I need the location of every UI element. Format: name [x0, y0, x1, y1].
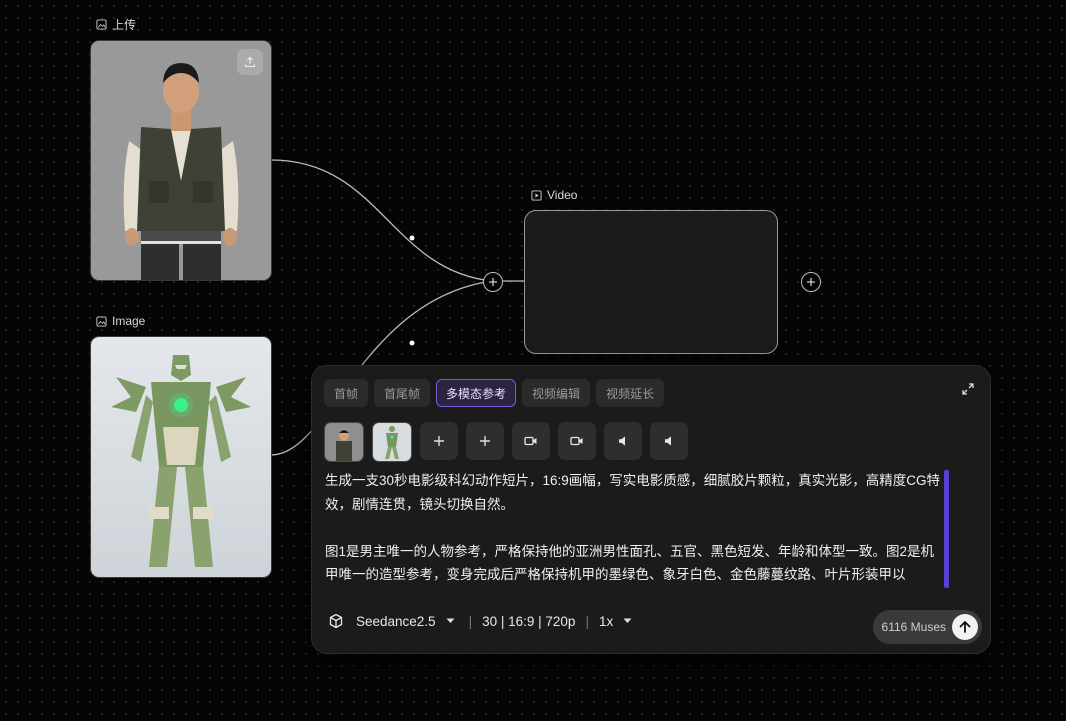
prompt-input[interactable]: 生成一支30秒电影级科幻动作短片，16:9画幅，写实电影质感，细腻胶片颗粒，真实…: [325, 469, 947, 587]
send-button[interactable]: [952, 614, 978, 640]
plus-icon: [807, 278, 815, 286]
upload-icon: [244, 56, 256, 68]
reference-bar: [324, 422, 688, 462]
video-node-title: Video: [531, 188, 577, 202]
plus-icon: [480, 436, 490, 446]
generate-button[interactable]: 6116 Muses: [872, 610, 982, 644]
add-image-reference-button[interactable]: [420, 422, 458, 460]
speaker-icon: [665, 436, 671, 446]
arrow-up-icon: [959, 621, 971, 633]
video-settings-select[interactable]: 30 | 16:9 | 720p: [482, 614, 575, 629]
plus-icon: [434, 436, 444, 446]
expand-icon[interactable]: [962, 382, 974, 400]
upload-node-title: 上传: [96, 16, 136, 33]
model-cube-icon: [329, 613, 343, 629]
reference-thumb-mech[interactable]: [372, 422, 412, 462]
chevron-down-icon[interactable]: [446, 618, 455, 624]
video-camera-icon: [570, 436, 583, 446]
add-video-reference-button[interactable]: [512, 422, 550, 460]
add-reference-button[interactable]: [466, 422, 504, 460]
prompt-scrollbar[interactable]: [944, 470, 949, 588]
add-audio-reference-button-2[interactable]: [650, 422, 688, 460]
tab-first-last-frame[interactable]: 首尾帧: [374, 379, 431, 407]
merge-node-icon[interactable]: [483, 272, 503, 292]
upload-image-node[interactable]: [90, 40, 272, 281]
model-select[interactable]: Seedance2.5: [356, 614, 436, 629]
add-video-reference-button-2[interactable]: [558, 422, 596, 460]
mech-thumbnail: [385, 426, 399, 459]
image-node-label: Image: [112, 314, 146, 328]
video-camera-icon: [524, 436, 537, 446]
video-play-icon: [531, 189, 542, 201]
add-node-button[interactable]: [801, 272, 821, 292]
upload-node-label: 上传: [112, 18, 137, 32]
video-node-label: Video: [547, 188, 578, 202]
mech-photo: [111, 355, 251, 567]
image-node[interactable]: [90, 336, 272, 578]
tab-first-frame[interactable]: 首帧: [324, 379, 369, 407]
image-icon: [96, 315, 107, 327]
person-photo: [91, 41, 271, 280]
mode-tabs: 首帧 首尾帧 多模态参考 视频编辑 视频延长: [324, 379, 665, 407]
tab-multimodal-reference[interactable]: 多模态参考: [436, 379, 517, 407]
person-thumbnail: [336, 429, 352, 461]
generation-panel: 首帧 首尾帧 多模态参考 视频编辑 视频延长 生成一支30秒电影级科幻动作短片，…: [311, 365, 991, 654]
multiplier-select[interactable]: 1x: [599, 614, 613, 629]
image-node-title: Image: [96, 314, 145, 328]
settings-bar: Seedance2.5 | 30 | 16:9 | 720p | 1x: [328, 613, 632, 629]
video-output-node[interactable]: [524, 210, 778, 354]
tab-video-extend[interactable]: 视频延长: [596, 379, 665, 407]
cost-label: 6116 Muses: [881, 620, 946, 634]
chevron-down-icon[interactable]: [623, 618, 632, 624]
image-icon: [96, 19, 107, 30]
speaker-icon: [619, 436, 625, 446]
add-audio-reference-button[interactable]: [604, 422, 642, 460]
tab-video-edit[interactable]: 视频编辑: [522, 379, 591, 407]
upload-button[interactable]: [237, 49, 263, 75]
reference-thumb-person[interactable]: [324, 422, 364, 462]
